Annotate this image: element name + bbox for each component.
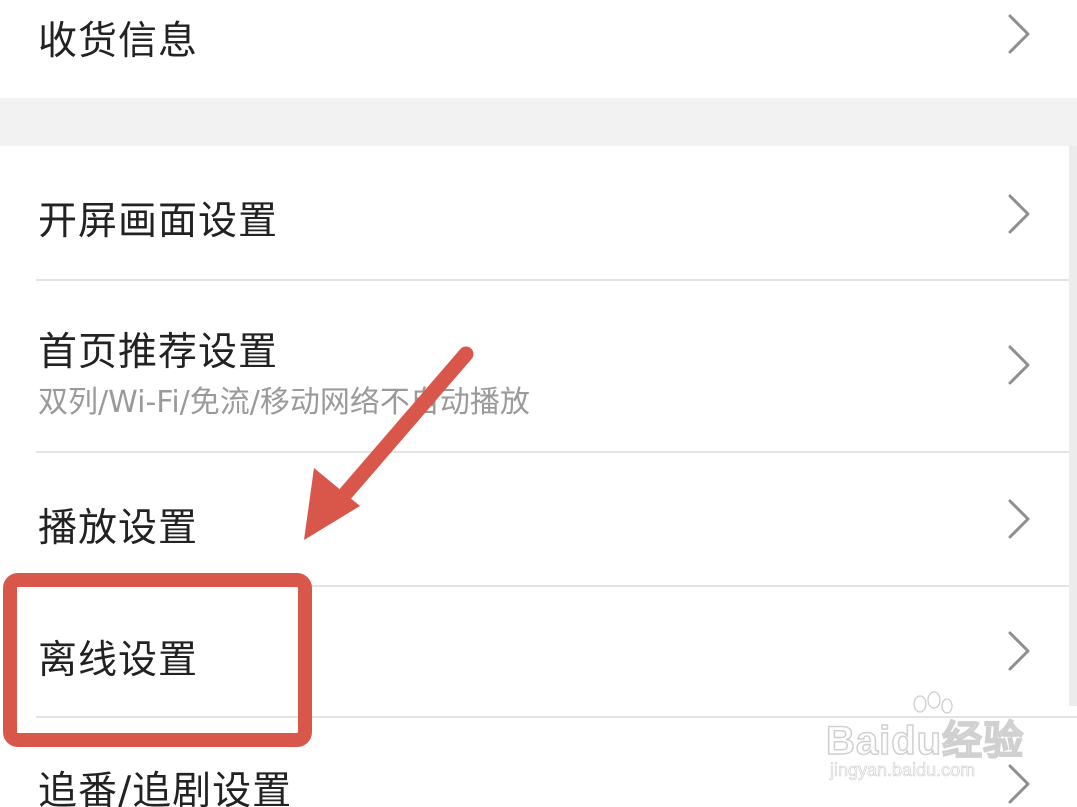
settings-row-follow[interactable]: 追番/追剧设置 [0, 718, 1077, 807]
settings-row-splash-screen[interactable]: 开屏画面设置 [0, 146, 1077, 279]
section-separator [0, 98, 1077, 146]
settings-row-label: 播放设置 [38, 506, 199, 551]
settings-row-label: 首页推荐设置 [38, 330, 279, 375]
chevron-right-icon [1008, 631, 1030, 671]
chevron-right-icon [1008, 499, 1030, 539]
chevron-right-icon [1008, 194, 1030, 234]
settings-row-playback[interactable]: 播放设置 [0, 453, 1077, 585]
settings-row-shipping-info[interactable]: 收货信息 [0, 0, 1077, 98]
chevron-right-icon [1008, 14, 1030, 54]
chevron-right-icon [1008, 345, 1030, 385]
settings-row-subtitle: 双列/Wi-Fi/免流/移动网络不自动播放 [38, 385, 530, 420]
settings-row-label: 收货信息 [38, 19, 199, 64]
settings-row-label: 离线设置 [38, 638, 199, 683]
settings-row-home-recommend[interactable]: 首页推荐设置 双列/Wi-Fi/免流/移动网络不自动播放 [0, 281, 1077, 451]
scroll-edge [1069, 146, 1077, 706]
settings-row-offline[interactable]: 离线设置 [0, 587, 1077, 716]
settings-row-label: 开屏画面设置 [38, 199, 279, 244]
chevron-right-icon [1008, 764, 1030, 804]
settings-screen: 收货信息 开屏画面设置 首页推荐设置 双列/Wi-Fi/免流/移动网络不自动播放… [0, 0, 1077, 807]
settings-row-label: 追番/追剧设置 [38, 769, 293, 807]
